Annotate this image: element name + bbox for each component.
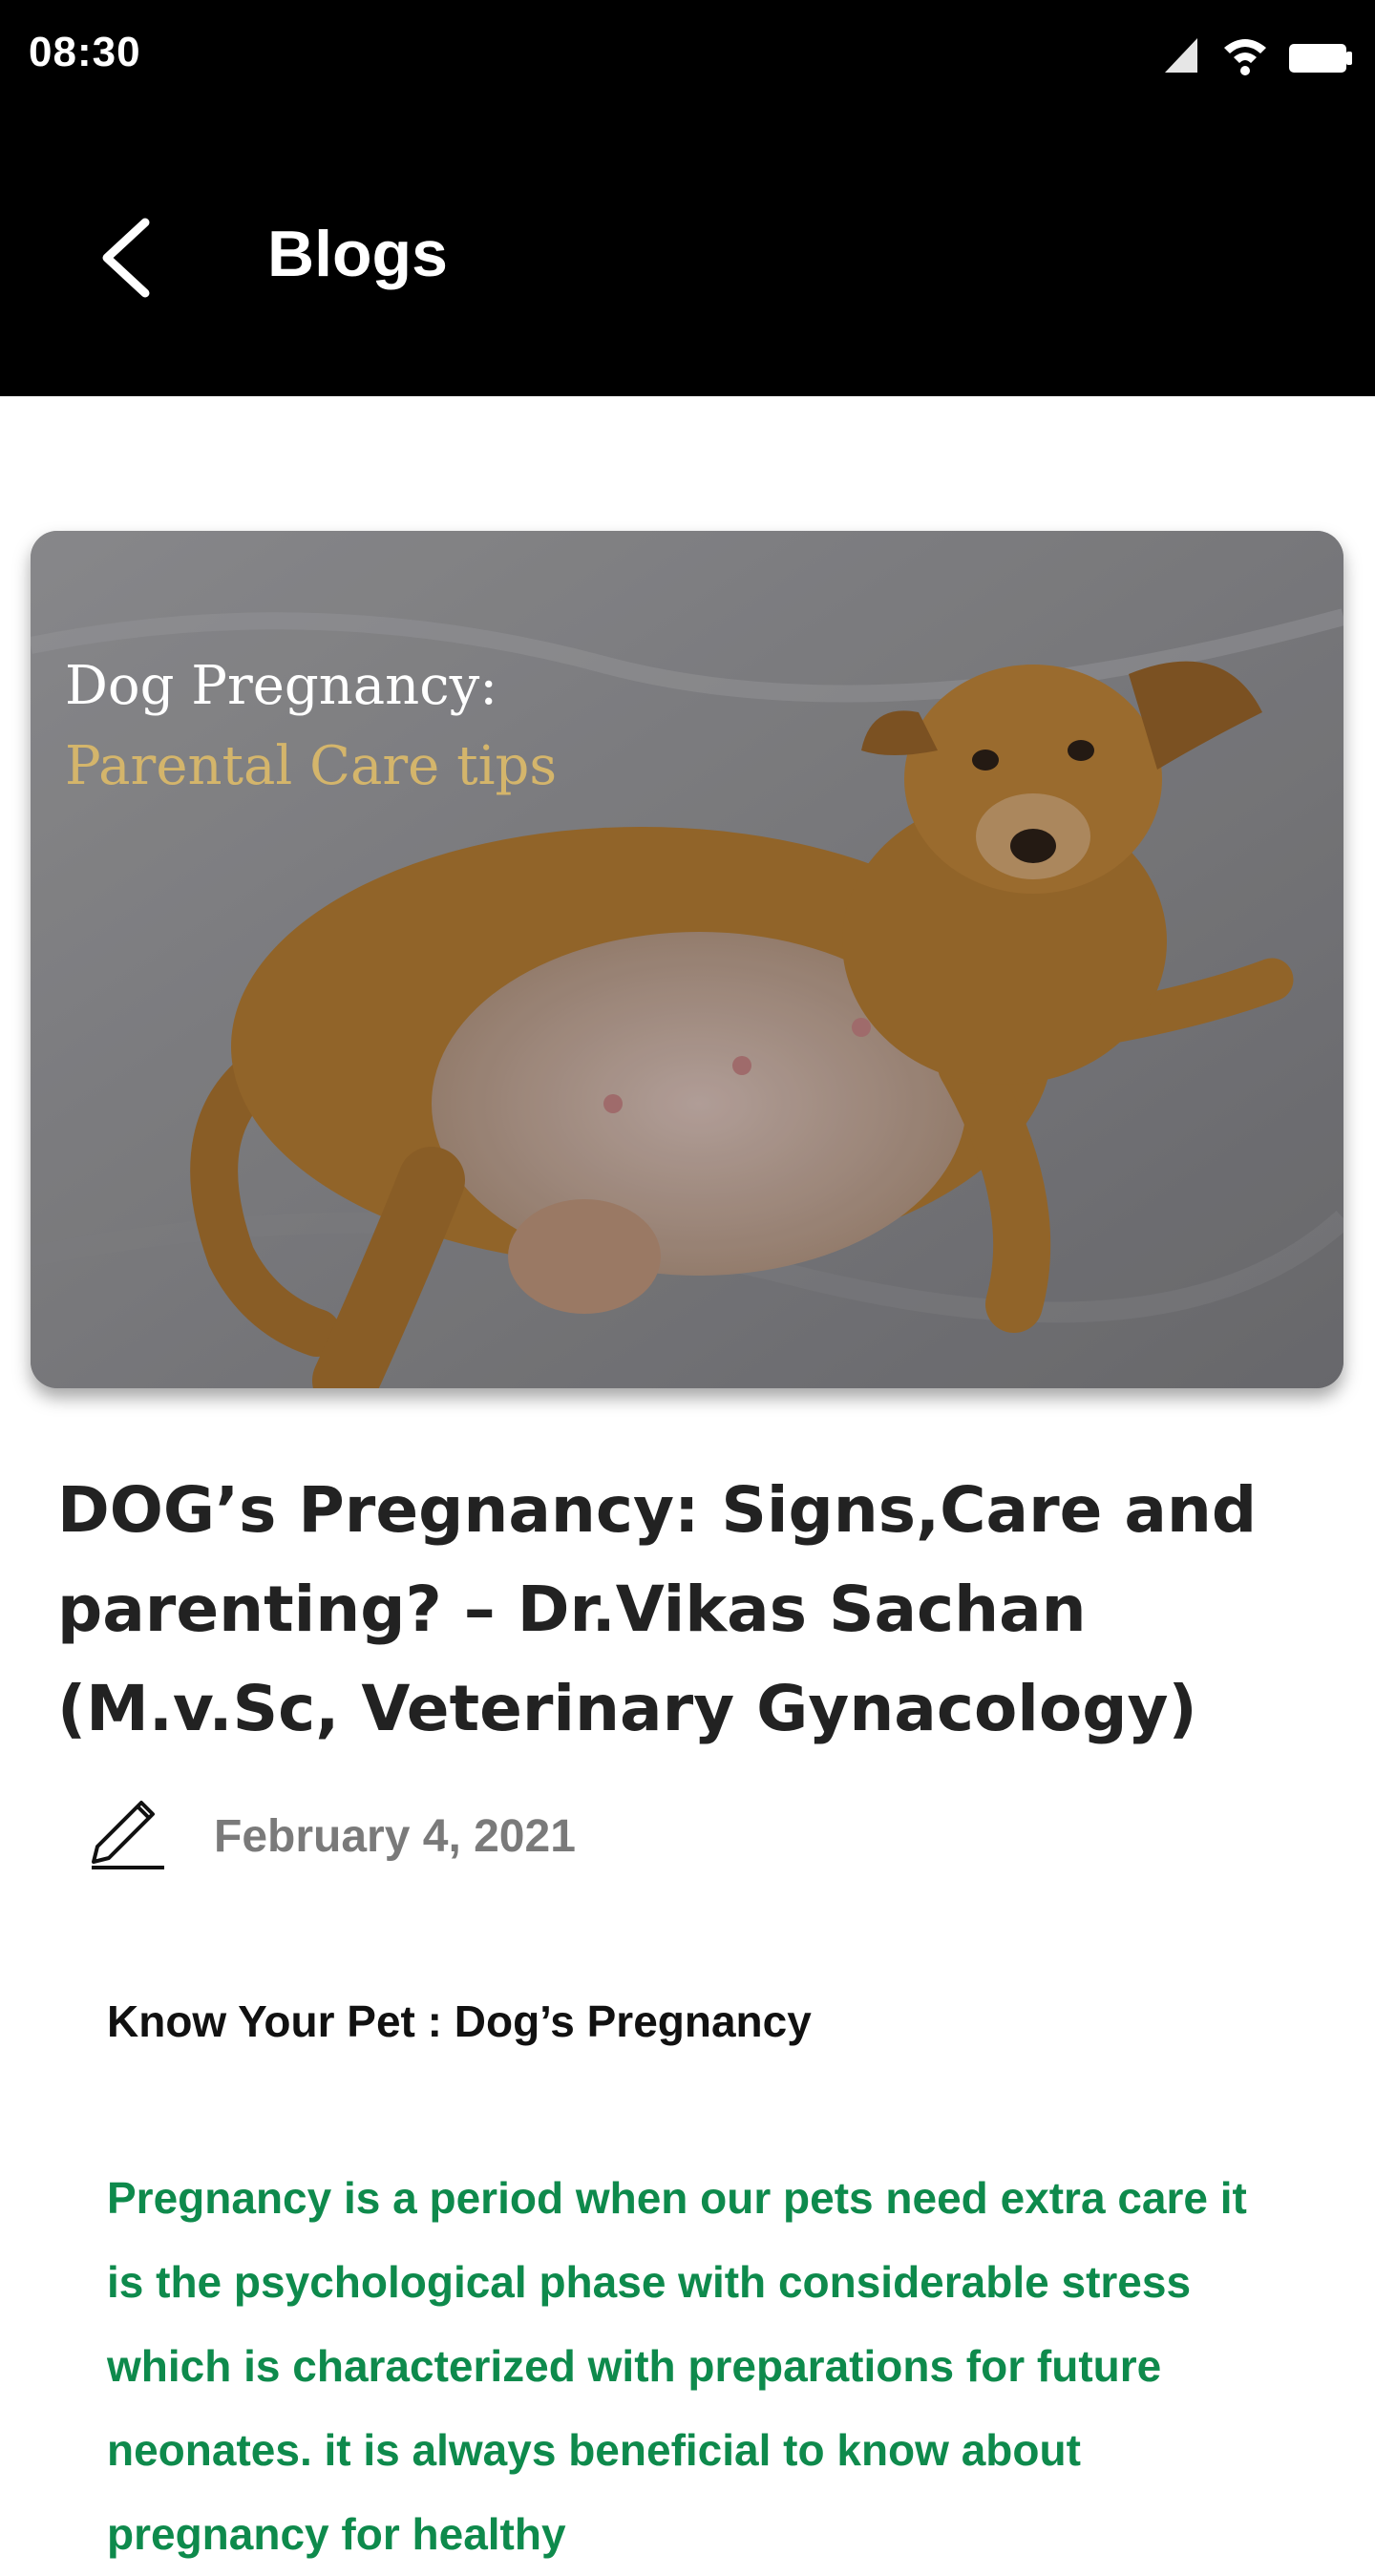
hero-title-line2: Parental Care tips [65, 735, 558, 797]
status-bar: 08:30 [0, 0, 1375, 110]
app-bar: Blogs [0, 110, 1375, 396]
back-arrow-icon [102, 218, 150, 298]
post-subheading: Know Your Pet : Dog’s Pregnancy [107, 1996, 812, 2046]
page-title: Blogs [267, 218, 448, 290]
hero-title-line1: Dog Pregnancy: [65, 655, 498, 717]
post-title: DOG’s Pregnancy: Signs,Care and parentin… [57, 1473, 1258, 1745]
status-icons [1165, 34, 1356, 76]
wifi-icon [1224, 39, 1266, 75]
status-time: 08:30 [29, 29, 141, 75]
battery-icon [1289, 44, 1352, 73]
blog-hero-image[interactable]: Dog Pregnancy: Parental Care tips [31, 531, 1343, 1388]
post-body: Pregnancy is a period when our pets need… [107, 2173, 1247, 2559]
post-date: February 4, 2021 [214, 1811, 576, 1862]
back-button[interactable] [74, 205, 180, 310]
signal-icon [1165, 38, 1197, 73]
pencil-icon [92, 1801, 164, 1869]
